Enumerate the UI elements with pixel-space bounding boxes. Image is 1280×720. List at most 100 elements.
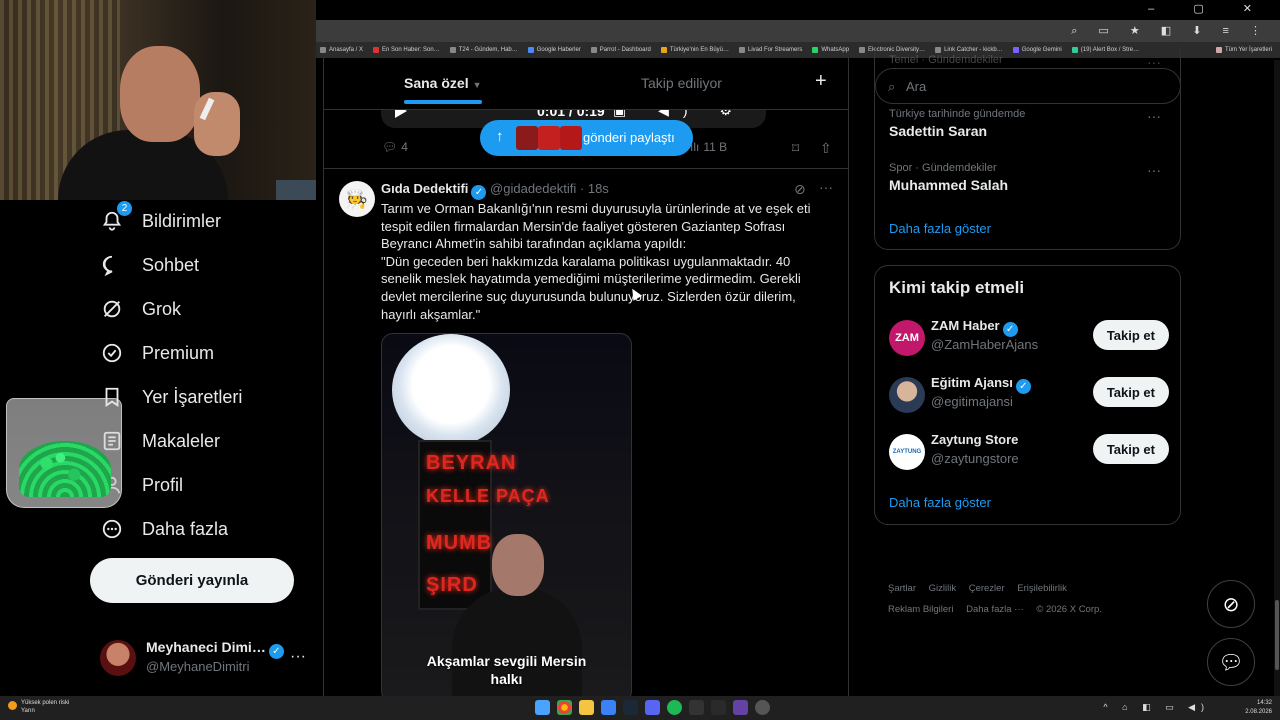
tweet-video[interactable]: BEYRAN KELLE PAÇA MUMB ŞIRD Akşamlar sev…	[381, 333, 632, 696]
app-icon[interactable]	[711, 700, 726, 715]
grok-fab-icon[interactable]: ⊘	[1207, 580, 1255, 628]
who-to-follow-show-more-link[interactable]: Daha fazla göster	[889, 495, 991, 510]
who-to-follow-title: Kimi takip etmeli	[889, 278, 1025, 297]
nav-notifications[interactable]: 2 Bildirimler	[100, 201, 221, 241]
toast-avatar	[538, 126, 560, 150]
page-scrollbar[interactable]	[1274, 60, 1280, 696]
verified-badge-icon: ✓	[1002, 322, 1018, 337]
share-icon[interactable]: ⇧	[820, 140, 832, 157]
bookmark-item[interactable]: En Son Haber: Son…	[373, 47, 440, 53]
tweet-author-handle[interactable]: @gidadedektifi	[490, 181, 576, 196]
toast-text: gönderi paylaştı	[583, 130, 675, 145]
bookmark-item[interactable]: T24 - Gündem, Hab…	[449, 47, 518, 53]
post-button[interactable]: Gönderi yayınla	[90, 558, 294, 603]
account-switcher[interactable]: Meyhaneci Dimi… ✓ @MeyhaneDimitri ···	[100, 636, 310, 680]
bookmark-item[interactable]: Livad For Streamers	[739, 47, 802, 53]
nav-more[interactable]: Daha fazla	[100, 509, 228, 549]
browser-address-bar[interactable]: ⌕ ▭ ★ ◧ ⬇ ≡ ⋮	[316, 20, 1280, 42]
follow-suggestion[interactable]: ZAM ZAM Haber ✓ @ZamHaberAjans Takip et	[889, 318, 1169, 358]
follow-button[interactable]: Takip et	[1092, 320, 1169, 350]
account-name: ZAM Haber ✓	[931, 318, 1018, 337]
nav-grok[interactable]: Grok	[100, 289, 181, 329]
bookmark-item[interactable]: Türkiye'nin En Büyü…	[660, 47, 729, 53]
window-controls[interactable]: – ▢ ✕	[1148, 2, 1270, 15]
tab-following[interactable]: Takip ediliyor	[641, 75, 722, 91]
video-caption: Akşamlar sevgili Mersin halkı	[426, 653, 587, 687]
discord-icon[interactable]	[645, 700, 660, 715]
taskbar-clock[interactable]: 14:32 2.08.2026	[1245, 699, 1272, 717]
all-bookmarks-folder[interactable]: Tüm Yer İşaretleri	[1215, 47, 1272, 53]
trend-item[interactable]: Temel · Gündemdekiler ···	[889, 54, 1169, 70]
trend-context: Spor · Gündemdekiler	[889, 162, 997, 174]
bookmark-item[interactable]: WhatsApp	[812, 47, 849, 53]
view-count: 11 B	[703, 140, 728, 154]
follow-button[interactable]: Takip et	[1092, 434, 1169, 464]
tweet-author-name[interactable]: Gıda Dedektifi	[381, 181, 468, 196]
nav-label: Daha fazla	[142, 518, 229, 539]
bookmark-action-icon[interactable]: ⌑	[792, 140, 799, 157]
follow-button[interactable]: Takip et	[1092, 377, 1169, 407]
tweet[interactable]: 🧑‍🍳 Gıda Dedektifi ✓ @gidadedektifi · 18s…	[324, 168, 848, 696]
app-icon[interactable]	[601, 700, 616, 715]
bookmark-item[interactable]: Google Haberler	[527, 47, 581, 53]
file-explorer-icon[interactable]	[579, 700, 594, 715]
more-dots-icon[interactable]: ···	[1147, 162, 1161, 178]
steam-icon[interactable]	[623, 700, 638, 715]
nav-label: Grok	[142, 298, 182, 319]
more-dots-icon[interactable]: ···	[1147, 108, 1161, 124]
bookmark-item[interactable]: Parrot - Dashboard	[590, 47, 651, 53]
nav-label: Yer İşaretleri	[142, 386, 243, 407]
browser-toolbar-icons[interactable]: ⌕ ▭ ★ ◧ ⬇ ≡ ⋮	[1071, 24, 1270, 38]
nav-label: Profil	[142, 474, 184, 495]
jar-overlay-graphic	[6, 398, 122, 508]
grok-icon[interactable]: ⊘	[794, 181, 806, 198]
footer-link[interactable]: Gizlilik	[929, 583, 956, 594]
weather-widget[interactable]: Yüksek polen riski Yarın	[8, 699, 69, 715]
epic-games-icon[interactable]	[689, 700, 704, 715]
copyright: © 2026 X Corp.	[1036, 604, 1102, 615]
reply-action[interactable]: 💬︎ 4	[382, 140, 408, 154]
spotify-icon[interactable]	[667, 700, 682, 715]
trend-item[interactable]: Spor · Gündemdekiler Muhammed Salah ···	[889, 162, 1169, 193]
app-icon[interactable]	[733, 700, 748, 715]
chat-bubble-icon	[100, 253, 124, 277]
verified-badge-icon: ✓	[268, 644, 284, 659]
nav-chat[interactable]: Sohbet	[100, 245, 199, 285]
reply-icon: 💬︎	[382, 140, 398, 154]
bookmark-item[interactable]: Anasayfa / X	[320, 47, 363, 53]
trend-context: Türkiye tarihinde gündemde	[889, 108, 1026, 120]
nav-premium[interactable]: Premium	[100, 333, 214, 373]
more-dots-icon[interactable]: ···	[819, 179, 833, 195]
more-dots-icon[interactable]: ···	[290, 648, 306, 666]
add-tab-icon[interactable]: +	[815, 70, 827, 93]
views-action[interactable]: ılı 11 B	[690, 140, 727, 154]
app-icon[interactable]	[755, 700, 770, 715]
timeline: 0:01 / 0:19 ▣ ◀) ⚙ ⇱ ⤢ Sana özel▼ Takip …	[323, 58, 849, 696]
footer-link[interactable]: Erişilebilirlik	[1017, 583, 1067, 594]
footer-link[interactable]: Çerezler	[969, 583, 1005, 594]
tab-for-you[interactable]: Sana özel ▼	[404, 75, 482, 91]
follow-suggestion[interactable]: ZAYTUNG Zaytung Store @zaytungstore Taki…	[889, 432, 1169, 472]
footer-link[interactable]: Şartlar	[888, 583, 916, 594]
avatar	[889, 377, 925, 413]
account-handle: @ZamHaberAjans	[931, 337, 1039, 352]
footer-link[interactable]: Daha fazla ···	[966, 604, 1024, 615]
follow-suggestion[interactable]: Eğitim Ajansı ✓ @egitimajansi Takip et	[889, 375, 1169, 415]
trends-show-more-link[interactable]: Daha fazla göster	[889, 221, 991, 236]
avatar[interactable]: 🧑‍🍳	[339, 181, 375, 217]
system-tray-icons[interactable]: ^ ⌂ ◧ ▭ ◀)	[1103, 702, 1210, 713]
reply-count: 4	[401, 140, 408, 154]
trend-title: Sadettin Saran	[889, 123, 988, 139]
chrome-icon[interactable]	[557, 700, 572, 715]
account-name: Eğitim Ajansı ✓	[931, 375, 1031, 394]
footer-link[interactable]: Reklam Bilgileri	[888, 604, 953, 615]
new-posts-toast[interactable]: ↑ gönderi paylaştı	[480, 120, 693, 156]
search-input[interactable]: ⌕ Ara	[875, 68, 1181, 104]
search-icon: ⌕	[888, 79, 896, 94]
windows-start-icon[interactable]	[535, 700, 550, 715]
account-name: Zaytung Store	[931, 432, 1019, 447]
messages-fab-icon[interactable]: 💬︎	[1207, 638, 1255, 686]
trend-item[interactable]: Türkiye tarihinde gündemde Sadettin Sara…	[889, 108, 1169, 139]
account-handle: @egitimajansi	[931, 394, 1013, 409]
tweet-time[interactable]: 18s	[588, 181, 609, 196]
